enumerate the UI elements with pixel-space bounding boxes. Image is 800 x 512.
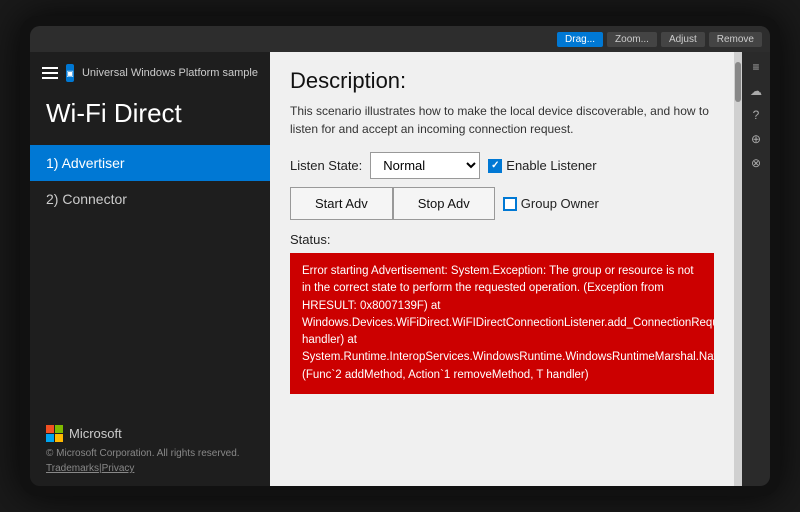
enable-listener-checkbox[interactable] <box>488 159 502 173</box>
adjust-button[interactable]: Adjust <box>661 32 705 47</box>
top-bar: Drag... Zoom... Adjust Remove <box>30 26 770 52</box>
status-label: Status: <box>290 232 714 247</box>
app-icon: ▣ <box>66 64 74 82</box>
ms-grid-icon <box>46 425 63 442</box>
toolbar-menu-icon[interactable]: ≡ <box>745 56 767 78</box>
ms-logo-text: Microsoft <box>69 426 122 441</box>
listen-state-row: Listen State: Normal None Aggressive Ena… <box>290 152 714 179</box>
footer-links: Trademarks|Privacy <box>46 463 254 474</box>
sidebar-footer: Microsoft © Microsoft Corporation. All r… <box>30 413 270 486</box>
group-owner-row: Group Owner <box>503 196 599 211</box>
hamburger-icon[interactable] <box>42 67 58 79</box>
screen-inner: Drag... Zoom... Adjust Remove ▣ Universa… <box>30 26 770 486</box>
main-area: ▣ Universal Windows Platform sample Wi-F… <box>30 52 770 486</box>
error-message-box: Error starting Advertisement: System.Exc… <box>290 253 714 394</box>
listen-state-label: Listen State: <box>290 158 362 173</box>
privacy-link[interactable]: Privacy <box>102 463 135 474</box>
group-owner-label: Group Owner <box>521 196 599 211</box>
description-title: Description: <box>290 68 714 94</box>
sidebar-header: ▣ Universal Windows Platform sample <box>30 56 270 90</box>
scroll-thumb[interactable] <box>735 62 741 102</box>
toolbar-add-icon[interactable]: ⊕ <box>745 128 767 150</box>
group-owner-checkbox[interactable] <box>503 197 517 211</box>
wifi-direct-title: Wi-Fi Direct <box>30 90 270 145</box>
remove-button[interactable]: Remove <box>709 32 762 47</box>
start-adv-button[interactable]: Start Adv <box>290 187 393 220</box>
toolbar-close-icon[interactable]: ⊗ <box>745 152 767 174</box>
scroll-indicator[interactable] <box>734 52 742 486</box>
nav-item-advertiser[interactable]: 1) Advertiser <box>30 145 270 181</box>
ms-logo: Microsoft <box>46 425 254 442</box>
nav-item-connector[interactable]: 2) Connector <box>30 181 270 217</box>
top-bar-buttons: Drag... Zoom... Adjust Remove <box>557 32 762 47</box>
toolbar-help-icon[interactable]: ? <box>745 104 767 126</box>
screen-outer: Drag... Zoom... Adjust Remove ▣ Universa… <box>20 16 780 496</box>
enable-listener-checkbox-row: Enable Listener <box>488 158 596 173</box>
content-area: Description: This scenario illustrates h… <box>270 52 734 486</box>
content-inner: Description: This scenario illustrates h… <box>270 52 734 486</box>
drag-button[interactable]: Drag... <box>557 32 603 47</box>
listen-state-select[interactable]: Normal None Aggressive <box>370 152 480 179</box>
toolbar-cloud-icon[interactable]: ☁ <box>745 80 767 102</box>
trademarks-link[interactable]: Trademarks <box>46 463 99 474</box>
right-toolbar: ≡ ☁ ? ⊕ ⊗ <box>742 52 770 486</box>
description-text: This scenario illustrates how to make th… <box>290 102 714 138</box>
copyright-text: © Microsoft Corporation. All rights rese… <box>46 448 254 459</box>
app-title: Universal Windows Platform sample <box>82 67 258 79</box>
enable-listener-label: Enable Listener <box>506 158 596 173</box>
adv-buttons-row: Start Adv Stop Adv <box>290 187 495 220</box>
zoom-button[interactable]: Zoom... <box>607 32 657 47</box>
sidebar: ▣ Universal Windows Platform sample Wi-F… <box>30 52 270 486</box>
stop-adv-button[interactable]: Stop Adv <box>393 187 495 220</box>
